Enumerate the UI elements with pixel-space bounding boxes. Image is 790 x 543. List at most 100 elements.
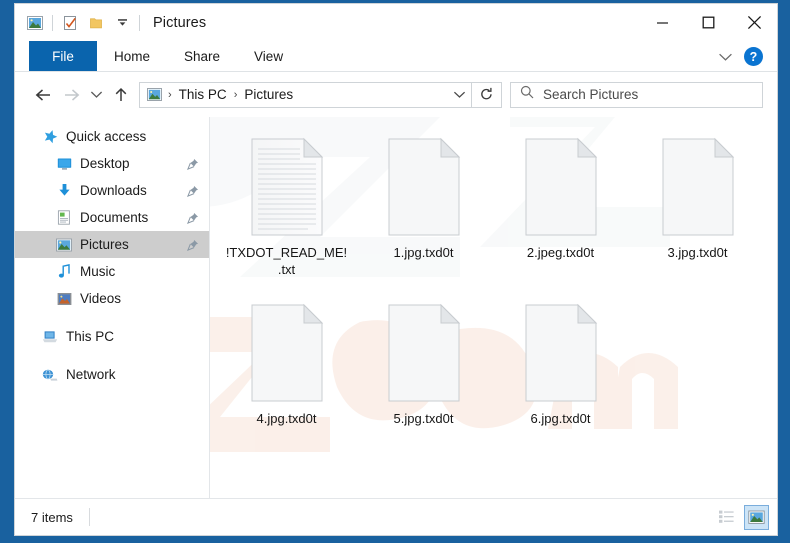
music-icon [55,263,73,280]
pictures-folder-icon [145,87,163,103]
toolbar-divider [52,14,53,31]
customize-dropdown-icon[interactable] [109,11,135,35]
network-icon [41,366,59,383]
sidebar-label: Quick access [66,129,147,144]
sidebar-label: Videos [80,291,122,306]
breadcrumb-separator: › [168,88,172,101]
blank-file-icon [248,303,326,403]
quick-access-toolbar [15,4,144,41]
sidebar-label: Pictures [80,237,129,252]
explorer-body: Quick access Desktop Downloads Documents… [15,117,777,498]
blank-file-icon [522,137,600,237]
sidebar-label: Desktop [80,156,130,171]
status-bar: 7 items [15,498,777,535]
pictures-folder-icon[interactable] [22,11,48,35]
sidebar-label: Music [80,264,116,279]
blank-file-icon [385,137,463,237]
pin-icon[interactable] [187,239,199,251]
blank-file-icon [385,303,463,403]
file-name: 6.jpg.txd0t [530,411,591,426]
breadcrumb-pictures[interactable]: Pictures [242,87,295,102]
title-bar: Pictures [15,4,777,41]
search-input[interactable]: Search Pictures [543,87,638,102]
file-item[interactable]: !TXDOT_READ_ME!.txt [218,129,355,295]
new-folder-icon[interactable] [83,11,109,35]
minimize-button[interactable] [639,4,685,41]
tab-file[interactable]: File [29,41,97,71]
tab-home[interactable]: Home [97,41,167,71]
star-icon [41,128,59,145]
maximize-button[interactable] [685,4,731,41]
address-dropdown-icon[interactable] [447,83,471,107]
file-item[interactable]: 2.jpeg.txd0t [492,129,629,295]
sidebar-item-downloads[interactable]: Downloads [15,177,209,204]
up-button[interactable] [107,81,135,109]
sidebar-item-music[interactable]: Music [15,258,209,285]
tab-view[interactable]: View [237,41,300,71]
file-name: 2.jpeg.txd0t [526,245,595,260]
blank-file-icon [522,303,600,403]
file-grid: !TXDOT_READ_ME!.txt 1.jpg.txd0t 2.jpeg.t… [210,117,777,461]
window-controls [639,4,777,41]
file-name: 1.jpg.txd0t [393,245,454,260]
this-pc-icon [41,328,59,345]
forward-button[interactable] [57,81,85,109]
refresh-button[interactable] [472,81,502,108]
blank-file-icon [659,137,737,237]
sidebar-item-quick-access[interactable]: Quick access [15,123,209,150]
tab-share[interactable]: Share [167,41,237,71]
details-view-button[interactable] [714,505,739,530]
breadcrumb-this-pc[interactable]: This PC [177,87,229,102]
videos-icon [55,290,73,307]
breadcrumb-separator: › [233,88,238,101]
navigation-pane: Quick access Desktop Downloads Documents… [15,117,210,498]
sidebar-item-videos[interactable]: Videos [15,285,209,312]
large-icons-view-button[interactable] [744,504,769,530]
file-name: !TXDOT_READ_ME!.txt [225,245,348,277]
sidebar-item-documents[interactable]: Documents [15,204,209,231]
view-toggle-group [714,504,769,530]
status-divider [88,508,90,526]
pin-icon[interactable] [187,185,199,197]
file-name: 3.jpg.txd0t [667,245,728,260]
address-bar-row: › This PC › Pictures Search Pictures [15,72,777,117]
pictures-icon [55,236,73,253]
sidebar-item-this-pc[interactable]: This PC [15,323,209,350]
file-item[interactable]: 5.jpg.txd0t [355,295,492,461]
sidebar-label: This PC [66,329,115,344]
ribbon-tab-strip: File Home Share View ? [15,41,777,72]
file-item[interactable]: 4.jpg.txd0t [218,295,355,461]
file-item[interactable]: 3.jpg.txd0t [629,129,766,295]
help-button[interactable]: ? [744,47,763,66]
item-count-label: 7 items [31,509,73,525]
file-explorer-window: Pictures File Home Share View ? › This P… [14,3,778,536]
sidebar-label: Documents [80,210,149,225]
pin-icon[interactable] [187,158,199,170]
title-divider [139,14,140,31]
file-name: 5.jpg.txd0t [393,411,454,426]
sidebar-item-pictures[interactable]: Pictures [15,231,209,258]
window-title: Pictures [153,14,207,31]
sidebar-label: Network [66,367,116,382]
desktop-icon [55,155,73,172]
ribbon-right-controls: ? [712,41,769,72]
file-item[interactable]: 6.jpg.txd0t [492,295,629,461]
sidebar-item-desktop[interactable]: Desktop [15,150,209,177]
properties-icon[interactable] [57,11,83,35]
file-name: 4.jpg.txd0t [256,411,317,426]
recent-locations-button[interactable] [85,81,107,109]
back-button[interactable] [29,81,57,109]
pin-icon[interactable] [187,212,199,224]
chevron-down-icon[interactable] [712,44,738,70]
text-file-icon [248,137,326,237]
sidebar-item-network[interactable]: Network [15,361,209,388]
search-box[interactable]: Search Pictures [510,81,763,108]
file-list-pane[interactable]: !TXDOT_READ_ME!.txt 1.jpg.txd0t 2.jpeg.t… [210,117,777,498]
downloads-icon [55,182,73,199]
close-button[interactable] [731,4,777,41]
address-bar[interactable]: › This PC › Pictures [139,81,472,108]
file-item[interactable]: 1.jpg.txd0t [355,129,492,295]
desktop-background: Pictures File Home Share View ? › This P… [0,0,790,543]
